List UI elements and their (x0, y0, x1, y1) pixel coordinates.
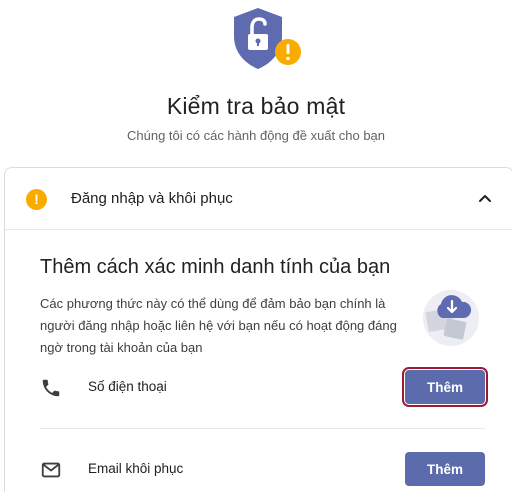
page-title: Kiểm tra bảo mật (166, 93, 346, 119)
section-header-signin-recovery[interactable]: ! Đăng nhập và khôi phục (5, 168, 512, 230)
method-row-phone: Số điện thoại Thêm (40, 365, 488, 413)
method-label: Email khôi phục (88, 461, 184, 476)
page-subtitle: Chúng tôi có các hành động đề xuất cho b… (126, 128, 386, 143)
shield-unlock-warning-icon (234, 8, 301, 69)
chevron-up-icon[interactable] (475, 188, 495, 208)
add-email-button[interactable]: Thêm (405, 452, 485, 486)
signin-recovery-card: ! Đăng nhập và khôi phục Thêm cách xác m… (4, 167, 512, 492)
content-description: Các phương thức này có thể dùng để đảm b… (40, 296, 397, 355)
recovery-illustration-icon (423, 290, 479, 346)
method-row-email: Email khôi phục Thêm (40, 447, 485, 492)
content-title: Thêm cách xác minh danh tính của bạn (40, 256, 391, 278)
add-phone-button[interactable]: Thêm (402, 367, 488, 407)
section-label: Đăng nhập và khôi phục (71, 190, 233, 207)
security-checkup-hero: Kiểm tra bảo mật Chúng tôi có các hành đ… (0, 0, 512, 150)
divider (40, 428, 485, 429)
method-label: Số điện thoại (88, 379, 167, 394)
mail-icon (41, 462, 61, 478)
warning-icon: ! (26, 189, 47, 210)
phone-icon (42, 379, 60, 397)
